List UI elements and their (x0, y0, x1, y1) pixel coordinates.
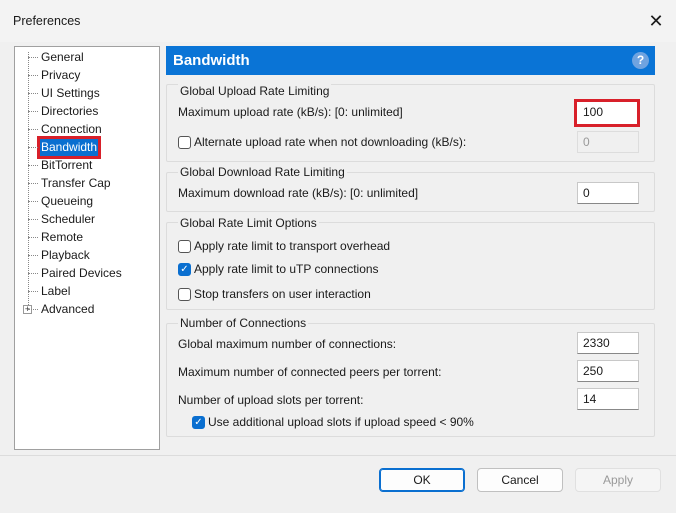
ok-button[interactable]: OK (379, 468, 465, 492)
page-header: Bandwidth? (166, 46, 655, 75)
tree-item-privacy[interactable]: Privacy (27, 67, 81, 84)
help-icon[interactable]: ? (632, 52, 649, 69)
utp-checkbox[interactable]: ✓ (178, 263, 191, 276)
tree-item-paired-devices[interactable]: Paired Devices (28, 265, 123, 282)
category-tree[interactable]: + General Privacy UI Settings Directories Co… (14, 46, 160, 450)
tree-item-ui-settings[interactable]: UI Settings (28, 85, 101, 102)
slots-label: Number of upload slots per torrent: (178, 393, 364, 407)
max-upload-input[interactable]: 100 (574, 99, 640, 127)
extra-slots-checkbox[interactable]: ✓ (192, 416, 205, 429)
tree-item-label[interactable]: Label (27, 283, 71, 300)
overhead-checkbox[interactable] (178, 240, 191, 253)
tree-item-bittorrent[interactable]: BitTorrent (27, 157, 93, 174)
max-upload-label: Maximum upload rate (kB/s): [0: unlimite… (178, 105, 403, 119)
page-title: Bandwidth (173, 52, 250, 69)
tree-item-scheduler[interactable]: Scheduler (27, 211, 96, 228)
tree-item-general[interactable]: General (28, 49, 85, 66)
alt-upload-label: Alternate upload rate when not downloadi… (194, 135, 467, 149)
stop-checkbox[interactable] (178, 288, 191, 301)
cancel-button[interactable]: Cancel (477, 468, 563, 492)
slots-input[interactable]: 14 (577, 388, 639, 410)
tree-item-remote[interactable]: Remote (27, 229, 84, 246)
global-connections-label: Global maximum number of connections: (178, 337, 397, 351)
extra-slots-label: Use additional upload slots if upload sp… (208, 415, 474, 429)
window-title: Preferences (13, 14, 81, 28)
group-title: Number of Connections (178, 316, 309, 330)
global-connections-input[interactable]: 2330 (577, 332, 639, 354)
group-title: Global Rate Limit Options (178, 216, 319, 230)
alt-upload-checkbox[interactable] (178, 136, 191, 149)
tree-item-directories[interactable]: Directories (27, 103, 99, 120)
tree-item-bandwidth[interactable]: Bandwidth (27, 136, 102, 159)
alt-upload-input[interactable]: 0 (577, 131, 639, 153)
max-download-input[interactable]: 0 (577, 182, 639, 204)
tree-item-playback[interactable]: Playback (28, 247, 91, 264)
tree-item-transfer-cap[interactable]: Transfer Cap (28, 175, 112, 192)
max-download-label: Maximum download rate (kB/s): [0: unlimi… (178, 186, 419, 200)
stop-label: Stop transfers on user interaction (194, 287, 371, 301)
group-title: Global Download Rate Limiting (178, 165, 347, 179)
tree-item-advanced[interactable]: Advanced (27, 301, 95, 318)
utp-label: Apply rate limit to uTP connections (194, 262, 379, 276)
title-bar (0, 0, 676, 42)
close-icon[interactable]: ✕ (645, 10, 667, 32)
overhead-label: Apply rate limit to transport overhead (194, 239, 391, 253)
peers-label: Maximum number of connected peers per to… (178, 365, 442, 379)
apply-button[interactable]: Apply (575, 468, 661, 492)
group-title: Global Upload Rate Limiting (178, 84, 332, 98)
tree-item-connection[interactable]: Connection (28, 121, 103, 138)
peers-input[interactable]: 250 (577, 360, 639, 382)
tree-item-queueing[interactable]: Queueing (27, 193, 94, 210)
